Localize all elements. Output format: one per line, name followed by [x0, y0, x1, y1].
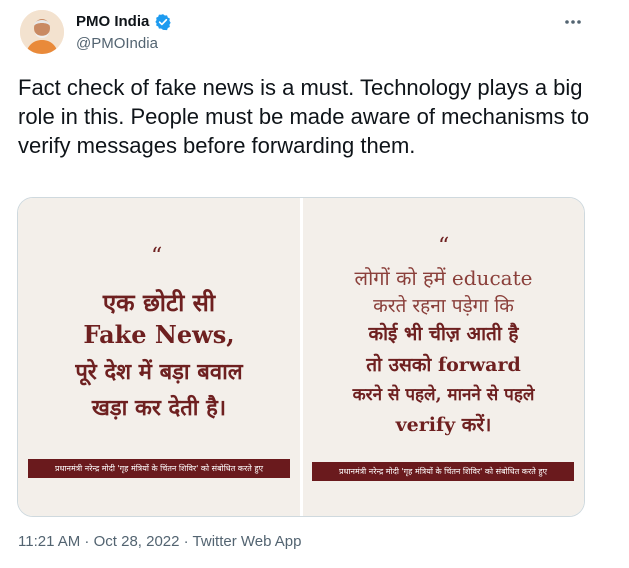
caption-banner: प्रधानमंत्री नरेन्द्र मोदी 'गृह मंत्रियो… [312, 462, 574, 481]
card-line: कोई भी चीज़ आती है [368, 323, 519, 345]
avatar-image [20, 10, 64, 54]
card-line: एक छोटी सी [102, 288, 216, 317]
quote-mark: “ [438, 234, 450, 259]
avatar[interactable] [20, 10, 64, 54]
timestamp[interactable]: 11:21 AM · Oct 28, 2022 [18, 533, 179, 550]
author-handle[interactable]: @PMOIndia [76, 35, 158, 52]
tweet: PMO India @PMOIndia Fact check of fake n… [0, 0, 629, 568]
card-line: खड़ा कर देती है। [91, 395, 227, 421]
author-name[interactable]: PMO India [76, 13, 149, 30]
tweet-text: Fact check of fake news is a must. Techn… [18, 75, 590, 158]
verified-badge-icon [155, 14, 171, 31]
card-line: करते रहना पड़ेगा कि [373, 295, 514, 317]
meta-separator: · [179, 533, 193, 550]
media-grid[interactable]: “ एक छोटी सी Fake News, पूरे देश में बड़… [17, 197, 585, 517]
card-line: Fake News, [83, 320, 235, 349]
card-line: तो उसको forward [366, 354, 521, 376]
tweet-meta: 11:21 AM · Oct 28, 2022 · Twitter Web Ap… [18, 533, 302, 550]
media-card-left[interactable]: “ एक छोटी सी Fake News, पूरे देश में बड़… [18, 198, 300, 516]
more-options-icon[interactable] [562, 12, 584, 32]
quote-mark: “ [151, 244, 163, 269]
caption-banner: प्रधानमंत्री नरेन्द्र मोदी 'गृह मंत्रियो… [28, 459, 290, 478]
card-line: पूरे देश में बड़ा बवाल [75, 359, 243, 385]
card-line: लोगों को हमें educate [354, 266, 533, 290]
card-line: करने से पहले, मानने से पहले [352, 385, 535, 405]
media-card-right[interactable]: “ लोगों को हमें educate करते रहना पड़ेगा… [303, 198, 584, 516]
card-line: verify करें। [395, 414, 492, 436]
source-app[interactable]: Twitter Web App [193, 533, 302, 550]
